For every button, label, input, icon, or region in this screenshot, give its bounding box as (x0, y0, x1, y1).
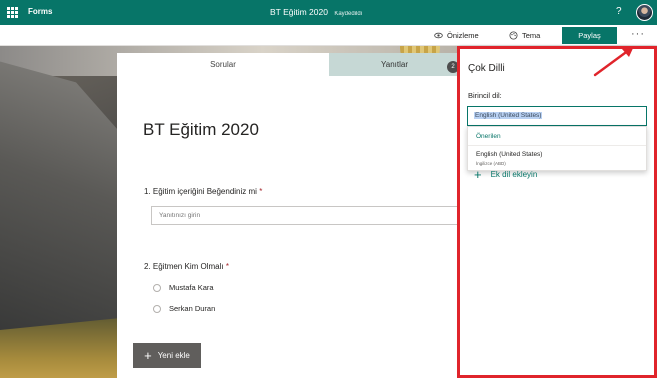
tab-responses-label: Yanıtlar (381, 60, 408, 69)
plus-icon: + (144, 348, 152, 363)
question-1-number: 1. (144, 187, 151, 196)
question-1-text: Eğitim içeriğini Beğendiniz mi (152, 187, 257, 196)
preview-button[interactable]: Önizleme (434, 31, 479, 40)
top-header-bar: Forms BT Eğitim 2020 Kaydedildi ? (0, 0, 657, 25)
radio-option-label: Serkan Duran (169, 304, 216, 313)
required-marker: * (259, 187, 263, 196)
app-launcher-icon[interactable] (7, 7, 18, 18)
question-2-number: 2. (144, 262, 151, 271)
question-mark-icon[interactable]: ? (616, 6, 622, 17)
more-options-button[interactable]: ··· (631, 28, 645, 40)
preview-label: Önizleme (447, 31, 479, 40)
radio-button[interactable] (153, 283, 161, 292)
palette-icon (509, 31, 518, 40)
user-avatar-icon[interactable] (636, 4, 653, 21)
required-marker: * (225, 262, 229, 271)
annotation-highlight-box (457, 46, 657, 378)
question-1-label: 1. Eğitim içeriğini Beğendiniz mi * (144, 187, 262, 196)
annotation-arrow-icon (593, 46, 634, 77)
save-status: Kaydedildi (334, 11, 363, 17)
command-bar: Önizleme Tema Paylaş ··· (0, 25, 657, 46)
theme-label: Tema (522, 31, 541, 40)
app-name[interactable]: Forms (28, 7, 52, 16)
tab-responses[interactable]: Yanıtlar (329, 53, 460, 76)
form-title-text: BT Eğitim 2020 (270, 7, 328, 17)
form-title[interactable]: BT Eğitim 2020 (143, 120, 259, 140)
radio-option[interactable]: Serkan Duran (153, 304, 215, 313)
add-new-button[interactable]: + Yeni ekle (133, 343, 201, 368)
question-2-label: 2. Eğitmen Kim Olmalı * (144, 262, 229, 271)
question-1-answer-input[interactable] (151, 206, 460, 225)
radio-option-label: Mustafa Kara (169, 283, 214, 292)
radio-button[interactable] (153, 304, 161, 313)
add-new-label: Yeni ekle (157, 351, 190, 360)
tab-questions[interactable]: Sorular (117, 53, 329, 76)
radio-option[interactable]: Mustafa Kara (153, 283, 214, 292)
theme-button[interactable]: Tema (509, 31, 540, 40)
form-title-header: BT Eğitim 2020 Kaydedildi (270, 7, 362, 17)
form-card: Sorular Yanıtlar 2 BT Eğitim 2020 1. Eği… (117, 53, 460, 378)
share-button[interactable]: Paylaş (562, 27, 617, 44)
question-2-text: Eğitmen Kim Olmalı (152, 262, 224, 271)
eye-icon (434, 32, 443, 39)
